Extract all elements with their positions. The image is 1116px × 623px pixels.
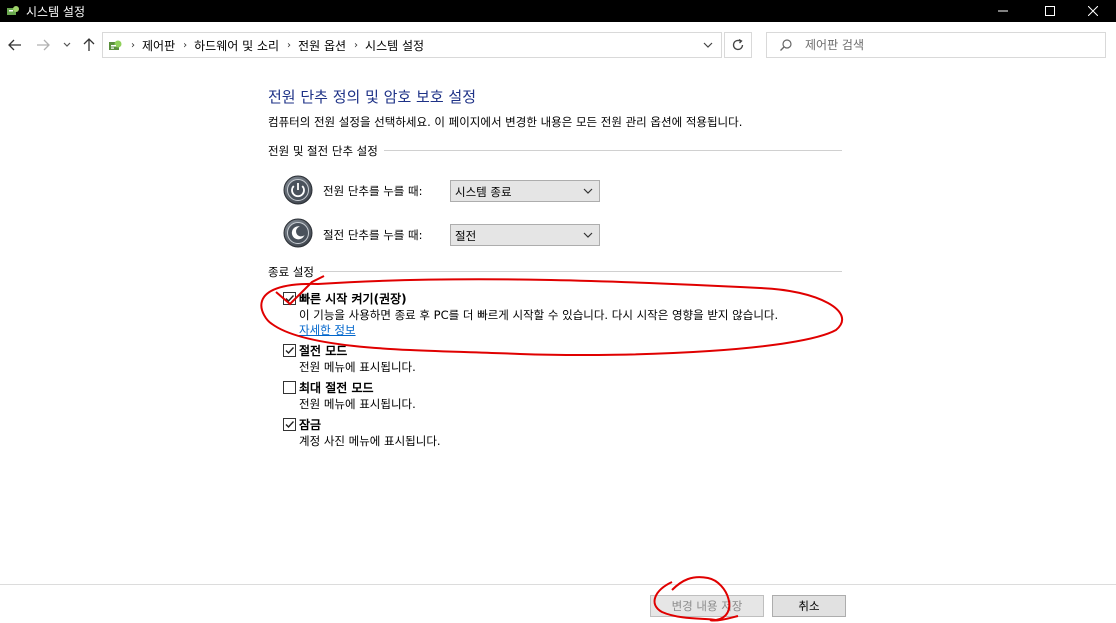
shutdown-section-title: 종료 설정 bbox=[268, 264, 320, 280]
maximize-button[interactable] bbox=[1027, 0, 1073, 22]
lock-checkbox[interactable] bbox=[283, 418, 296, 431]
more-info-link[interactable]: 자세한 정보 bbox=[299, 322, 356, 338]
chevron-right-icon: › bbox=[287, 39, 292, 51]
checkmark-icon bbox=[285, 295, 295, 303]
back-button[interactable] bbox=[6, 34, 24, 56]
fast-startup-description: 이 기능을 사용하면 종료 후 PC를 더 빠르게 시작할 수 있습니다. 다시… bbox=[299, 308, 779, 322]
minimize-button[interactable] bbox=[980, 0, 1026, 22]
window-title: 시스템 설정 bbox=[26, 5, 86, 19]
sleep-button-action-select[interactable]: 절전 bbox=[450, 224, 600, 246]
lock-title: 잠금 bbox=[299, 418, 322, 432]
save-changes-button[interactable]: 변경 내용 저장 bbox=[650, 595, 764, 617]
chevron-right-icon: › bbox=[183, 39, 188, 51]
power-button-action-value: 시스템 종료 bbox=[455, 185, 512, 199]
sleep-mode-description: 전원 메뉴에 표시됩니다. bbox=[299, 360, 416, 374]
refresh-icon bbox=[732, 38, 744, 51]
search-box[interactable] bbox=[766, 32, 1106, 58]
chevron-right-icon: › bbox=[354, 39, 359, 51]
address-history-chevron-icon[interactable] bbox=[701, 37, 715, 53]
power-button-icon bbox=[283, 175, 313, 205]
close-button[interactable] bbox=[1070, 0, 1116, 22]
fast-startup-checkbox[interactable] bbox=[283, 292, 296, 305]
sleep-button-icon bbox=[283, 218, 313, 248]
search-icon bbox=[780, 39, 792, 51]
recent-locations-button[interactable] bbox=[60, 34, 74, 56]
arrow-right-icon bbox=[37, 39, 50, 51]
power-options-app-icon bbox=[7, 6, 19, 15]
hibernate-checkbox[interactable] bbox=[283, 381, 296, 394]
power-button-label: 전원 단추를 누를 때: bbox=[323, 184, 423, 198]
breadcrumb-item-1[interactable]: › 하드웨어 및 소리 bbox=[175, 37, 279, 54]
section-divider bbox=[268, 271, 842, 272]
chevron-down-icon bbox=[63, 42, 71, 47]
lock-description: 계정 사진 메뉴에 표시됩니다. bbox=[299, 434, 441, 448]
breadcrumb-item-2[interactable]: › 전원 옵션 bbox=[279, 37, 346, 54]
arrow-left-icon bbox=[8, 39, 21, 51]
power-button-action-select[interactable]: 시스템 종료 bbox=[450, 180, 600, 202]
chevron-down-icon bbox=[583, 232, 593, 238]
arrow-up-icon bbox=[83, 38, 95, 51]
forward-button[interactable] bbox=[34, 34, 52, 56]
fast-startup-title: 빠른 시작 켜기(권장) bbox=[299, 292, 407, 306]
checkmark-icon bbox=[285, 347, 295, 355]
page-title: 전원 단추 정의 및 암호 보호 설정 bbox=[268, 88, 477, 106]
checkmark-icon bbox=[285, 421, 295, 429]
page-description: 컴퓨터의 전원 설정을 선택하세요. 이 페이지에서 변경한 내용은 모든 전원… bbox=[268, 115, 743, 129]
sleep-button-label: 절전 단추를 누를 때: bbox=[323, 228, 423, 242]
sleep-mode-title: 절전 모드 bbox=[299, 344, 348, 358]
chevron-right-icon: › bbox=[131, 39, 135, 51]
chevron-down-icon bbox=[583, 188, 593, 194]
search-input[interactable] bbox=[805, 36, 1095, 54]
refresh-button[interactable] bbox=[724, 32, 752, 58]
control-panel-icon bbox=[109, 40, 122, 50]
breadcrumb: › 제어판 › 하드웨어 및 소리 › 전원 옵션 › 시스템 설정 bbox=[127, 33, 424, 57]
navigation-bar: › 제어판 › 하드웨어 및 소리 › 전원 옵션 › 시스템 설정 bbox=[0, 22, 1116, 68]
maximize-icon bbox=[1045, 6, 1055, 16]
close-icon bbox=[1088, 6, 1098, 16]
title-bar: 시스템 설정 bbox=[0, 0, 1116, 22]
cancel-button[interactable]: 취소 bbox=[772, 595, 846, 617]
hibernate-description: 전원 메뉴에 표시됩니다. bbox=[299, 397, 416, 411]
minimize-icon bbox=[998, 10, 1008, 12]
sleep-button-action-value: 절전 bbox=[455, 229, 477, 243]
up-button[interactable] bbox=[80, 34, 98, 56]
address-bar[interactable]: › 제어판 › 하드웨어 및 소리 › 전원 옵션 › 시스템 설정 bbox=[102, 32, 722, 58]
breadcrumb-item-0[interactable]: › 제어판 bbox=[127, 37, 175, 54]
footer-divider bbox=[0, 584, 1116, 585]
breadcrumb-item-3[interactable]: › 시스템 설정 bbox=[346, 37, 424, 54]
buttons-section-title: 전원 및 절전 단추 설정 bbox=[268, 143, 384, 159]
hibernate-title: 최대 절전 모드 bbox=[299, 381, 374, 395]
sleep-mode-checkbox[interactable] bbox=[283, 344, 296, 357]
